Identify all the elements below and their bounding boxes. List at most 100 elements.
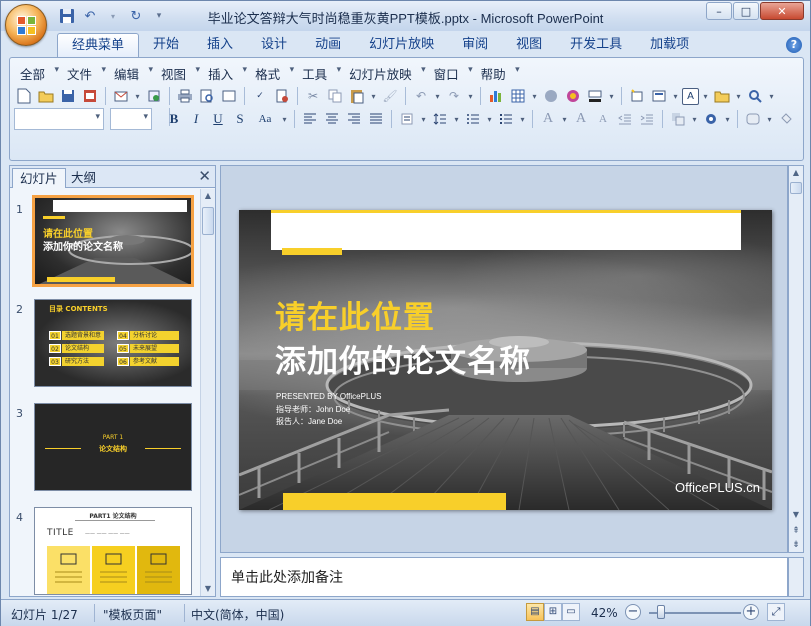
- justify-icon[interactable]: [366, 109, 386, 129]
- chevron-down-icon[interactable]: ▾: [530, 92, 539, 101]
- presented-by-text[interactable]: PRESENTED BY OfficePLUS: [276, 392, 382, 401]
- shape-fill-icon[interactable]: [585, 86, 605, 106]
- office-button[interactable]: [5, 4, 47, 46]
- normal-view-icon[interactable]: ▤: [526, 603, 544, 621]
- tab-view[interactable]: 视图: [502, 33, 556, 57]
- title-placeholder-band[interactable]: [271, 210, 741, 250]
- chevron-down-icon[interactable]: ▾: [452, 115, 461, 124]
- tab-outline[interactable]: 大纲: [64, 168, 103, 188]
- align-center-icon[interactable]: [322, 109, 342, 129]
- tab-slides[interactable]: 幻灯片: [12, 168, 66, 188]
- scroll-up-icon[interactable]: ▲: [789, 166, 803, 180]
- undo-icon[interactable]: ↶: [411, 86, 431, 106]
- chevron-down-icon[interactable]: ▾: [466, 92, 475, 101]
- tab-slide-show[interactable]: 幻灯片放映: [355, 33, 448, 57]
- slide-layout-icon[interactable]: [649, 86, 669, 106]
- layout-icon[interactable]: [219, 86, 239, 106]
- change-case-button[interactable]: Aa: [252, 109, 278, 129]
- theme-name[interactable]: "模板页面": [103, 606, 162, 623]
- chevron-down-icon[interactable]: ▾: [723, 115, 732, 124]
- tab-home[interactable]: 开始: [139, 33, 193, 57]
- menu-tools[interactable]: 工具: [300, 64, 341, 83]
- scroll-thumb[interactable]: [202, 207, 214, 235]
- new-document-icon[interactable]: [14, 86, 34, 106]
- new-slide-icon[interactable]: [627, 86, 647, 106]
- zoom-out-icon[interactable]: −: [625, 604, 641, 620]
- format-painter-icon[interactable]: 🖌: [380, 86, 400, 106]
- arrange-icon[interactable]: [668, 109, 688, 129]
- chevron-down-icon[interactable]: ▾: [765, 115, 774, 124]
- cut-icon[interactable]: ✂: [303, 86, 323, 106]
- paste-icon[interactable]: [347, 86, 367, 106]
- bold-button[interactable]: B: [164, 109, 184, 129]
- zoom-level[interactable]: 42%: [591, 606, 618, 620]
- align-left-icon[interactable]: [300, 109, 320, 129]
- clip-art-icon[interactable]: [541, 86, 561, 106]
- chart-icon[interactable]: [486, 86, 506, 106]
- scroll-down-icon[interactable]: ▼: [201, 582, 215, 596]
- font-size-combo[interactable]: [110, 108, 152, 130]
- folder-icon[interactable]: [712, 86, 732, 106]
- slide-show-icon[interactable]: ▭: [562, 603, 580, 621]
- current-slide[interactable]: 请在此位置 添加你的论文名称 PRESENTED BY OfficePLUS 指…: [239, 210, 772, 510]
- chevron-down-icon[interactable]: ▾: [133, 92, 142, 101]
- slide-thumbnail-3[interactable]: PART 1 论文结构: [34, 403, 192, 491]
- notes-scrollbar[interactable]: [788, 557, 804, 597]
- fill-bucket-icon[interactable]: [776, 109, 796, 129]
- print-preview-icon[interactable]: [197, 86, 217, 106]
- tab-design[interactable]: 设计: [247, 33, 301, 57]
- chevron-down-icon[interactable]: ▾: [671, 92, 680, 101]
- chevron-down-icon[interactable]: ▾: [690, 115, 699, 124]
- thumbnails-scrollbar[interactable]: ▲ ▼: [200, 189, 215, 596]
- close-pane-icon[interactable]: ✕: [198, 167, 211, 185]
- notes-pane[interactable]: 单击此处添加备注: [220, 557, 788, 597]
- chevron-down-icon[interactable]: ▾: [767, 92, 776, 101]
- shrink-font-icon[interactable]: A: [593, 109, 613, 129]
- align-right-icon[interactable]: [344, 109, 364, 129]
- bullets-icon[interactable]: [496, 109, 516, 129]
- permission-icon[interactable]: [80, 86, 100, 106]
- chevron-down-icon[interactable]: ▾: [280, 115, 289, 124]
- slide-title-line-2[interactable]: 添加你的论文名称: [275, 336, 531, 381]
- fit-to-window-icon[interactable]: ⤢: [767, 603, 785, 621]
- chevron-down-icon[interactable]: ▾: [518, 115, 527, 124]
- open-folder-icon[interactable]: [36, 86, 56, 106]
- decrease-indent-icon[interactable]: [615, 109, 635, 129]
- publish-icon[interactable]: [144, 86, 164, 106]
- line-spacing-icon[interactable]: [430, 109, 450, 129]
- chevron-down-icon[interactable]: ▾: [607, 92, 616, 101]
- menu-insert[interactable]: 插入: [206, 64, 247, 83]
- chevron-down-icon[interactable]: ▾: [734, 92, 743, 101]
- shadow-button[interactable]: S: [230, 109, 250, 129]
- increase-indent-icon[interactable]: [637, 109, 657, 129]
- tab-review[interactable]: 审阅: [448, 33, 502, 57]
- menu-format[interactable]: 格式: [253, 64, 294, 83]
- italic-button[interactable]: I: [186, 109, 206, 129]
- shape-outline-icon[interactable]: [743, 109, 763, 129]
- scroll-thumb[interactable]: [790, 182, 802, 194]
- slide-thumbnail-2[interactable]: 目录 CONTENTS 01选题背景和意义 04分析讨论 02论文结构 05未来…: [34, 299, 192, 387]
- table-icon[interactable]: [508, 86, 528, 106]
- editor-scrollbar[interactable]: ▲ ▼ ⇞ ⇟: [788, 165, 804, 553]
- tab-classic-menu[interactable]: 经典菜单: [57, 33, 140, 57]
- menu-edit[interactable]: 编辑: [112, 64, 153, 83]
- picture-icon[interactable]: [563, 86, 583, 106]
- font-color-icon[interactable]: A: [538, 109, 558, 129]
- slide-thumbnail-1[interactable]: 请在此位置 添加你的论文名称: [32, 195, 194, 287]
- close-button[interactable]: ✕: [760, 2, 804, 20]
- research-icon[interactable]: [272, 86, 292, 106]
- menu-slide-show[interactable]: 幻灯片放映: [347, 64, 426, 83]
- tab-insert[interactable]: 插入: [193, 33, 247, 57]
- advisor-text[interactable]: 指导老师：John Doe: [276, 404, 350, 415]
- tab-add-ins[interactable]: 加载项: [636, 33, 703, 57]
- zoom-slider-thumb[interactable]: [657, 605, 665, 619]
- font-name-combo[interactable]: [14, 108, 104, 130]
- slide-sorter-icon[interactable]: ⊞: [544, 603, 562, 621]
- slide-title-line-1[interactable]: 请在此位置: [275, 292, 435, 337]
- menu-view[interactable]: 视图: [159, 64, 200, 83]
- menu-help[interactable]: 帮助: [479, 64, 520, 83]
- menu-all[interactable]: 全部: [18, 64, 59, 83]
- spelling-icon[interactable]: ✓: [250, 86, 270, 106]
- chevron-down-icon[interactable]: ▾: [485, 115, 494, 124]
- chevron-down-icon[interactable]: ▾: [369, 92, 378, 101]
